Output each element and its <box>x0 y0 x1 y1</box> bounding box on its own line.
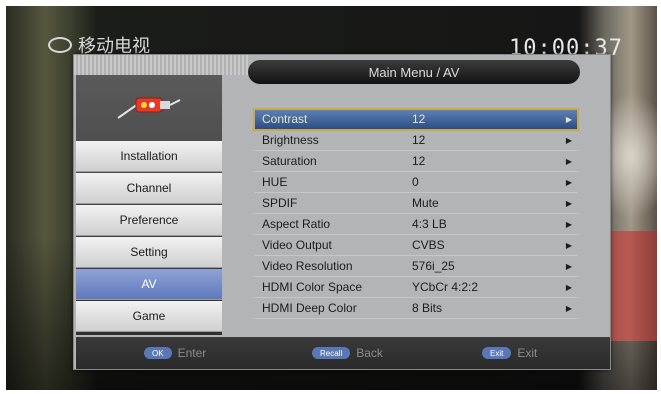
menu-title: Main Menu / AV <box>368 64 460 80</box>
setting-row-spdif[interactable]: SPDIF Mute ▶ <box>254 193 578 214</box>
hint-enter[interactable]: OK Enter <box>144 346 206 360</box>
setting-value: 12 <box>412 133 426 147</box>
arrow-right-icon: ▶ <box>565 240 573 250</box>
arrow-right-icon: ▶ <box>565 198 573 208</box>
setting-label: HUE <box>262 175 288 189</box>
sidebar-item-setting[interactable]: Setting <box>76 237 222 268</box>
sidebar-nav: Installation Channel Preference Setting … <box>76 141 222 333</box>
recall-key-icon: Recall <box>312 347 351 359</box>
hint-exit-label: Exit <box>517 346 538 360</box>
setting-value: 12 <box>412 154 426 168</box>
setting-row-video-resolution[interactable]: Video Resolution 576i_25 ▶ <box>254 256 578 277</box>
setting-label: Brightness <box>262 133 319 147</box>
setting-row-aspect-ratio[interactable]: Aspect Ratio 4:3 LB ▶ <box>254 214 578 235</box>
setting-value: 576i_25 <box>412 259 455 273</box>
sidebar-item-installation[interactable]: Installation <box>76 141 222 172</box>
sidebar-item-preference[interactable]: Preference <box>76 205 222 236</box>
setting-label: Video Resolution <box>262 259 353 273</box>
setting-label: Contrast <box>262 112 308 126</box>
setting-row-contrast[interactable]: Contrast 12 ▶ <box>253 108 579 131</box>
setting-value: 4:3 LB <box>412 217 447 231</box>
arrow-right-icon: ▶ <box>565 135 573 145</box>
arrow-right-icon: ▶ <box>565 219 573 229</box>
setting-value: 0 <box>412 175 419 189</box>
setting-row-hdmi-color-space[interactable]: HDMI Color Space YCbCr 4:2:2 ▶ <box>254 277 578 298</box>
header-stripe <box>74 55 248 75</box>
setting-label: HDMI Deep Color <box>262 301 357 315</box>
setting-row-hdmi-deep-color[interactable]: HDMI Deep Color 8 Bits ▶ <box>254 298 578 319</box>
av-cable-icon <box>117 97 181 119</box>
setting-row-video-output[interactable]: Video Output CVBS ▶ <box>254 235 578 256</box>
arrow-right-icon: ▶ <box>565 177 573 187</box>
setting-value: CVBS <box>412 238 445 252</box>
arrow-right-icon: ▶ <box>565 156 573 166</box>
setting-row-saturation[interactable]: Saturation 12 ▶ <box>254 151 578 172</box>
sidebar-item-label: AV <box>141 277 157 291</box>
hint-exit[interactable]: Exit Exit <box>482 346 537 360</box>
av-settings-list: Contrast 12 ▶ Brightness 12 ▶ Saturation… <box>253 108 579 319</box>
arrow-right-icon: ▶ <box>565 114 573 124</box>
sidebar-item-game[interactable]: Game <box>76 301 222 332</box>
arrow-right-icon: ▶ <box>565 261 573 271</box>
setting-label: Aspect Ratio <box>262 217 331 231</box>
menu-title-bar: Main Menu / AV <box>248 60 580 84</box>
category-icon-box <box>76 75 222 141</box>
hint-back-label: Back <box>356 346 383 360</box>
setting-value: Mute <box>412 196 439 210</box>
sidebar-item-label: Preference <box>119 213 179 227</box>
sidebar-item-label: Setting <box>130 245 168 259</box>
arrow-right-icon: ▶ <box>565 303 573 313</box>
ok-key-icon: OK <box>144 347 172 359</box>
main-menu-window: Main Menu / AV Installation Channel Pref… <box>73 54 611 370</box>
logo-swirl-icon <box>48 37 72 53</box>
hint-back[interactable]: Recall Back <box>312 346 383 360</box>
setting-label: Saturation <box>262 154 317 168</box>
tv-screen: 移动电视 10:00:37 Main Menu / AV Installatio <box>6 6 657 390</box>
sidebar-item-label: Game <box>132 309 166 323</box>
sidebar-item-channel[interactable]: Channel <box>76 173 222 204</box>
setting-value: 8 Bits <box>412 301 443 315</box>
setting-value: YCbCr 4:2:2 <box>412 280 479 294</box>
setting-label: Video Output <box>262 238 332 252</box>
setting-label: SPDIF <box>262 196 298 210</box>
setting-value: 12 <box>412 112 426 126</box>
sidebar-item-av[interactable]: AV <box>76 269 222 300</box>
sidebar: Installation Channel Preference Setting … <box>76 75 222 335</box>
key-hint-bar: OK Enter Recall Back Exit Exit <box>76 337 610 369</box>
setting-row-brightness[interactable]: Brightness 12 ▶ <box>254 130 578 151</box>
arrow-right-icon: ▶ <box>565 282 573 292</box>
setting-label: HDMI Color Space <box>262 280 363 294</box>
sidebar-item-label: Installation <box>120 149 178 163</box>
exit-key-icon: Exit <box>482 347 512 359</box>
sidebar-item-label: Channel <box>126 181 172 195</box>
hint-enter-label: Enter <box>177 346 207 360</box>
setting-row-hue[interactable]: HUE 0 ▶ <box>254 172 578 193</box>
